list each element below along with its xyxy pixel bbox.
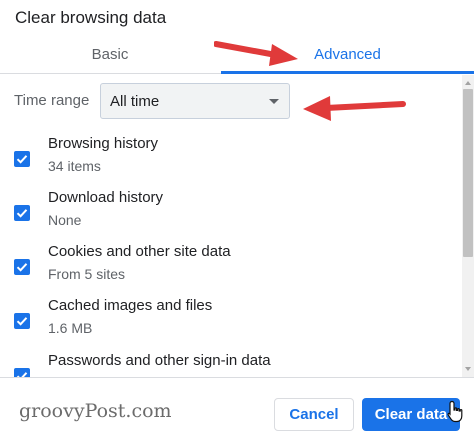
checkbox-browsing-history[interactable] — [14, 151, 30, 167]
item-subtitle: 1.6 MB — [48, 320, 93, 336]
item-subtitle: 34 items — [48, 158, 101, 174]
list-item-download-history: Download history None — [0, 189, 462, 243]
caret-down-icon — [269, 99, 279, 104]
item-title: Download history — [48, 189, 164, 206]
hand-pointer-icon — [447, 400, 463, 423]
time-range-label: Time range — [14, 92, 90, 109]
dialog-title: Clear browsing data — [15, 8, 167, 27]
clear-browsing-data-dialog: Clear browsing data Basic Advanced Time … — [0, 0, 474, 440]
checkbox-passwords[interactable] — [14, 368, 30, 377]
time-range-value: All time — [110, 93, 160, 110]
checkmark-icon — [16, 209, 28, 218]
item-title: Browsing history — [48, 135, 159, 152]
item-title: Cached images and files — [48, 297, 213, 314]
item-title: Passwords and other sign-in data — [48, 352, 271, 369]
checkbox-download-history[interactable] — [14, 205, 30, 221]
list-item-passwords: Passwords and other sign-in data — [0, 352, 462, 377]
clear-data-button[interactable]: Clear data — [362, 398, 460, 431]
item-title: Cookies and other site data — [48, 243, 231, 260]
checkmark-icon — [16, 372, 28, 377]
item-subtitle: None — [48, 212, 82, 228]
checkmark-icon — [16, 155, 28, 164]
tab-selected-indicator — [221, 71, 474, 74]
scrollbar[interactable] — [462, 75, 474, 377]
red-arrow-icon — [214, 41, 298, 66]
scroll-down-arrow-icon[interactable] — [465, 367, 471, 371]
tab-basic[interactable]: Basic — [0, 38, 220, 74]
list-item-cached-images: Cached images and files 1.6 MB — [0, 297, 462, 351]
scroll-up-arrow-icon[interactable] — [465, 81, 471, 85]
time-range-select[interactable]: All time — [100, 83, 290, 119]
watermark: groovyPost.com — [19, 400, 172, 422]
checkmark-icon — [16, 263, 28, 272]
list-item-browsing-history: Browsing history 34 items — [0, 135, 462, 189]
scrollbar-thumb[interactable] — [463, 89, 473, 257]
dialog-footer: groovyPost.com Cancel Clear data — [0, 377, 474, 440]
checkbox-cookies[interactable] — [14, 259, 30, 275]
cancel-button[interactable]: Cancel — [274, 398, 354, 431]
item-subtitle: From 5 sites — [48, 266, 126, 282]
checkmark-icon — [16, 317, 28, 326]
list-item-cookies: Cookies and other site data From 5 sites — [0, 243, 462, 297]
red-arrow-icon — [303, 96, 406, 121]
checkbox-cached-images[interactable] — [14, 313, 30, 329]
